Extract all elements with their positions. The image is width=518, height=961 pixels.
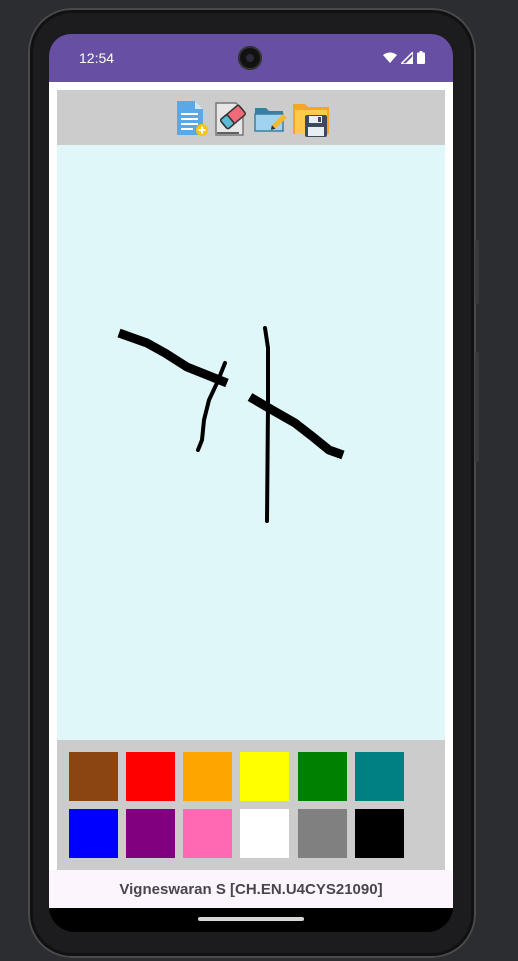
battery-icon (417, 51, 425, 64)
color-swatch-orange[interactable] (183, 752, 232, 801)
volume-button (475, 240, 479, 304)
footer: Vigneswaran S [CH.EN.U4CYS21090] (49, 870, 453, 908)
color-swatch-green[interactable] (298, 752, 347, 801)
drawing-strokes (117, 326, 345, 523)
drawing-canvas[interactable] (57, 145, 445, 740)
author-label: Vigneswaran S [CH.EN.U4CYS21090] (119, 880, 383, 898)
color-swatch-pink[interactable] (183, 809, 232, 858)
status-icons (383, 51, 425, 64)
open-folder-button[interactable] (252, 98, 290, 138)
color-swatch-white[interactable] (240, 809, 289, 858)
new-file-button[interactable] (172, 98, 210, 138)
signal-icon (401, 51, 413, 64)
color-swatch-purple[interactable] (126, 809, 175, 858)
toolbar (57, 90, 445, 145)
paint-app: Vigneswaran S [CH.EN.U4CYS21090] (49, 82, 453, 908)
home-indicator[interactable] (198, 917, 304, 921)
front-camera (238, 46, 262, 70)
color-palette (57, 740, 445, 870)
color-swatch-brown[interactable] (69, 752, 118, 801)
wifi-icon (383, 52, 397, 63)
color-swatch-black[interactable] (355, 809, 404, 858)
color-swatch-blue[interactable] (69, 809, 118, 858)
gesture-nav-bar (49, 908, 453, 932)
power-button (475, 352, 479, 462)
eraser-button[interactable] (212, 98, 250, 138)
status-bar: 12:54 (49, 34, 453, 82)
open-folder-icon (254, 107, 287, 132)
eraser-icon (215, 101, 246, 136)
color-swatch-yellow[interactable] (240, 752, 289, 801)
save-floppy-icon (293, 103, 329, 137)
color-swatch-gray[interactable] (298, 809, 347, 858)
status-time: 12:54 (79, 50, 115, 66)
device-screen: 12:54 Vigneswaran S [CH.EN.U4CYS21090] (49, 34, 453, 932)
new-document-icon (177, 100, 208, 136)
save-button[interactable] (292, 98, 330, 138)
color-swatch-teal[interactable] (355, 752, 404, 801)
color-swatch-red[interactable] (126, 752, 175, 801)
